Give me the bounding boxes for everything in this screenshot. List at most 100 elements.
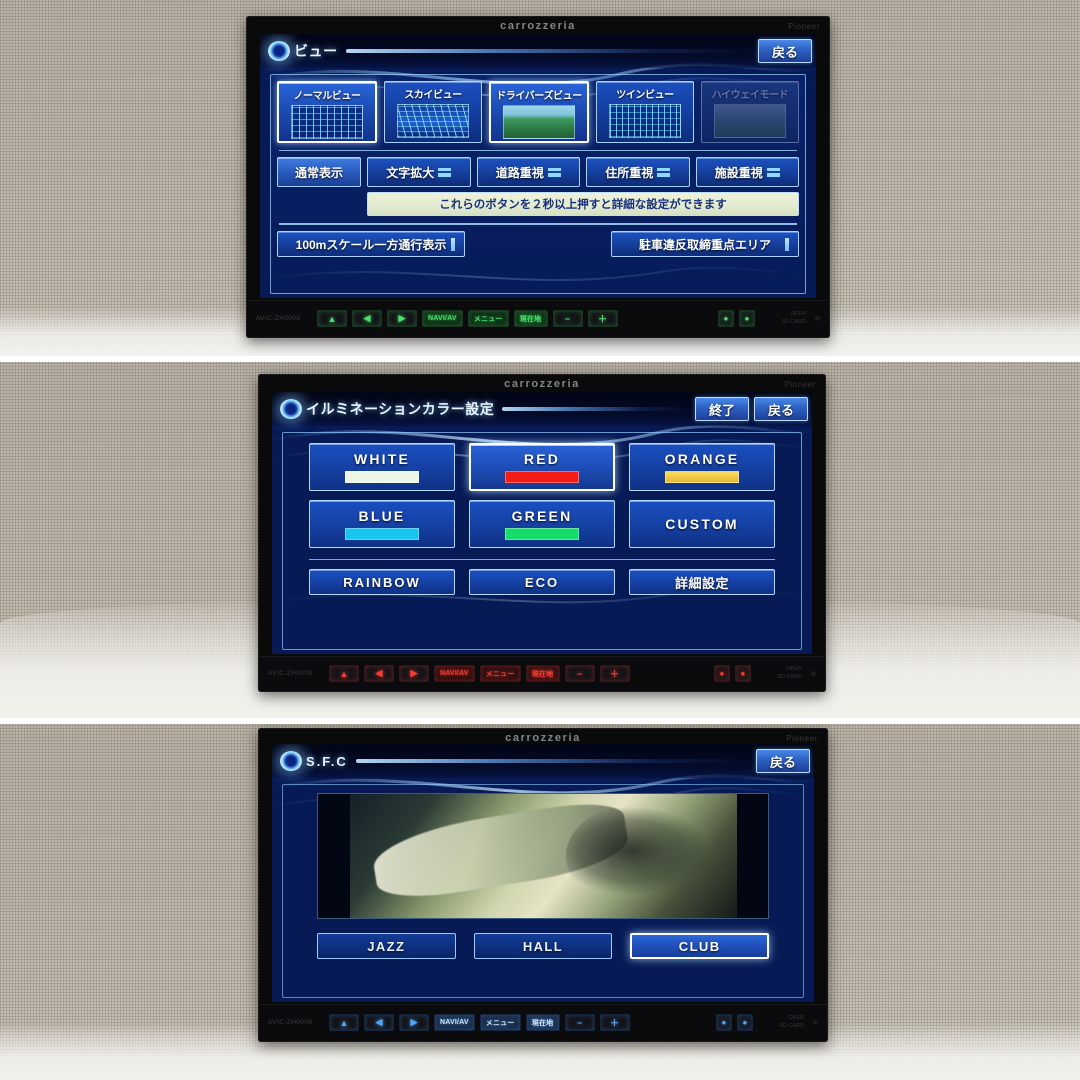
view-mode-button[interactable]: スカイビュー	[384, 81, 482, 143]
display-mode-label: 道路重視	[495, 165, 544, 180]
volume-up-key[interactable]: ＋	[587, 310, 618, 327]
colour-button-custom[interactable]: CUSTOM	[629, 500, 775, 548]
navi-av-key[interactable]: NAVI/AV	[422, 310, 463, 327]
pioneer-logo: Pioneer	[786, 734, 818, 743]
track-next-key[interactable]: ▶	[399, 1014, 429, 1031]
colour-swatch-green	[505, 528, 579, 540]
header-buttons: 終了 戻る	[695, 397, 808, 421]
open-label: OPEN	[786, 666, 802, 673]
page-title: イルミネーションカラー設定	[306, 401, 495, 417]
track-prev-key[interactable]: ◀	[364, 665, 394, 682]
hint-message: これらのボタンを２秒以上押すと詳細な設定ができます	[367, 192, 799, 216]
volume-up-key[interactable]: ＋	[599, 1014, 630, 1031]
glow-orb-icon	[268, 41, 290, 61]
colour-swatch-red	[505, 471, 579, 483]
display-mode-button[interactable]: 文字拡大	[367, 157, 471, 187]
header-buttons: 戻る	[758, 39, 812, 63]
toggle-indicator-icon	[657, 167, 671, 177]
open-close-lamp[interactable]: ●	[718, 310, 734, 327]
reset-lamp[interactable]: ●	[735, 665, 751, 682]
toggle-bar-icon	[785, 238, 789, 251]
view-thumb-twin-icon	[609, 104, 681, 138]
track-prev-key[interactable]: ◀	[364, 1014, 394, 1031]
colour-button-blue[interactable]: BLUE	[309, 500, 455, 548]
hard-key-strip: AVIC-ZH0009 ▲ ◀ ▶ NAVI/AV メニュー 現在地 − ＋ ●…	[260, 656, 824, 690]
colour-label: ORANGE	[664, 451, 740, 467]
eco-button[interactable]: ECO	[469, 569, 615, 595]
eject-key[interactable]: ▲	[329, 1014, 359, 1031]
display-mode-label: 文字拡大	[386, 165, 435, 180]
sound-field-hall-button[interactable]: HALL	[473, 933, 613, 959]
open-close-lamp[interactable]: ●	[714, 665, 730, 682]
reset-lamp[interactable]: ●	[739, 310, 755, 327]
header-buttons: 戻る	[756, 749, 810, 773]
navi-av-key[interactable]: NAVI/AV	[434, 665, 475, 682]
parking-enforcement-button[interactable]: 駐車違反取締重点エリア	[611, 231, 799, 257]
colour-button-orange[interactable]: ORANGE	[629, 443, 775, 491]
illumination-frame: WHITE RED ORANGE BLUE GREEN CUSTOM RAINB…	[282, 432, 802, 650]
oneway-display-label: 100mスケール一方通行表示	[295, 237, 447, 252]
volume-down-key[interactable]: −	[552, 310, 583, 327]
track-next-key[interactable]: ▶	[399, 665, 429, 682]
display-mode-normal-button[interactable]: 通常表示	[277, 157, 361, 187]
view-mode-row: ノーマルビュー スカイビュー ドライバーズビュー ツインビュー ハイウェイモード	[277, 81, 799, 143]
menu-key[interactable]: メニュー	[479, 1014, 521, 1031]
current-location-key[interactable]: 現在地	[525, 665, 560, 682]
view-mode-button-selected[interactable]: ドライバーズビュー	[489, 81, 589, 143]
navi-av-key[interactable]: NAVI/AV	[434, 1014, 475, 1031]
hard-key-strip: AVIC-ZH0009 ▲ ◀ ▶ NAVI/AV メニュー 現在地 − ＋ ●…	[248, 300, 828, 336]
view-mode-button[interactable]: ノーマルビュー	[277, 81, 377, 143]
detail-settings-button[interactable]: 詳細設定	[629, 569, 775, 595]
rainbow-button[interactable]: RAINBOW	[309, 569, 455, 595]
sd-card-label: SD CARD	[781, 318, 806, 325]
finish-button[interactable]: 終了	[695, 397, 749, 421]
menu-key[interactable]: メニュー	[479, 665, 521, 682]
back-button[interactable]: 戻る	[754, 397, 808, 421]
section-divider	[309, 559, 775, 560]
track-prev-key[interactable]: ◀	[352, 310, 382, 327]
colour-label: CUSTOM	[665, 516, 739, 532]
eject-key[interactable]: ▲	[317, 310, 347, 327]
volume-down-key[interactable]: −	[564, 1014, 595, 1031]
back-button[interactable]: 戻る	[756, 749, 810, 773]
sound-field-club-button[interactable]: CLUB	[630, 933, 769, 959]
screen-body: JAZZ HALL CLUB	[272, 778, 814, 1002]
toggle-indicator-icon	[547, 167, 561, 177]
colour-button-red[interactable]: RED	[469, 443, 615, 491]
strip-tail-labels: OPEN SD CARD	[756, 666, 802, 681]
track-next-key[interactable]: ▶	[387, 310, 417, 327]
section-divider	[279, 150, 797, 151]
current-location-key[interactable]: 現在地	[513, 310, 548, 327]
view-mode-label: ツインビュー	[616, 90, 674, 101]
colour-button-white[interactable]: WHITE	[309, 443, 455, 491]
colour-button-green[interactable]: GREEN	[469, 500, 615, 548]
extra-settings-row: 100mスケール一方通行表示 駐車違反取締重点エリア	[277, 231, 799, 257]
view-mode-button-disabled: ハイウェイモード	[701, 81, 799, 143]
model-number-label: AVIC-ZH0009	[268, 670, 313, 677]
sd-card-label: SD CARD	[777, 673, 802, 680]
volume-up-key[interactable]: ＋	[599, 665, 630, 682]
view-mode-button[interactable]: ツインビュー	[596, 81, 694, 143]
back-button[interactable]: 戻る	[758, 39, 812, 63]
section-divider	[279, 223, 797, 225]
volume-down-key[interactable]: −	[564, 665, 595, 682]
pioneer-logo: Pioneer	[788, 22, 820, 31]
header-divider-line	[502, 407, 687, 411]
open-close-lamp[interactable]: ●	[716, 1014, 732, 1031]
eject-key[interactable]: ▲	[329, 665, 359, 682]
colour-label: BLUE	[358, 508, 406, 524]
colour-label: WHITE	[353, 451, 411, 467]
display-mode-button[interactable]: 施設重視	[695, 157, 799, 187]
display-mode-button[interactable]: 住所重視	[586, 157, 690, 187]
menu-key[interactable]: メニュー	[467, 310, 509, 327]
oneway-display-button[interactable]: 100mスケール一方通行表示	[277, 231, 465, 257]
display-mode-button[interactable]: 道路重視	[476, 157, 580, 187]
sound-field-jazz-button[interactable]: JAZZ	[317, 933, 456, 959]
reset-lamp[interactable]: ●	[737, 1014, 753, 1031]
open-label: OPEN	[790, 311, 806, 318]
screen-header: ビュー 戻る	[260, 34, 816, 68]
sfc-frame: JAZZ HALL CLUB	[282, 784, 804, 998]
current-location-key[interactable]: 現在地	[525, 1014, 560, 1031]
display-mode-group: 文字拡大 道路重視 住所重視 施設重視 これらのボタンを２秒以上押すと詳細な設定…	[367, 157, 799, 216]
toggle-bar-icon	[451, 238, 455, 251]
